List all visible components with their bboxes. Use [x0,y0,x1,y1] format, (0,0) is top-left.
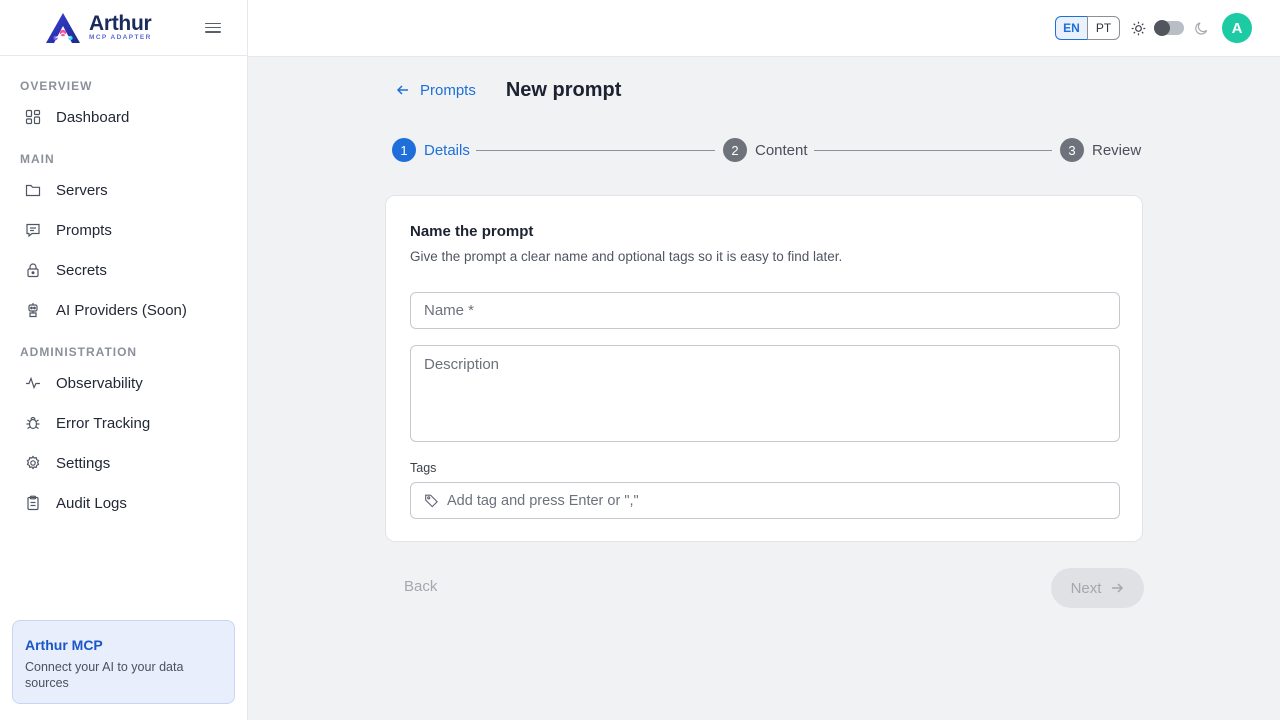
sidebar-item-prompts[interactable]: Prompts [0,210,247,250]
step-connector [814,149,1052,151]
arrow-left-icon [396,85,408,95]
gear-icon [26,455,40,470]
step-number: 2 [723,138,747,162]
step-label: Content [755,141,808,159]
activity-icon [26,376,40,390]
robot-icon [28,303,38,318]
brand-tagline: MCP ADAPTER [89,34,152,42]
sidebar-item-dashboard[interactable]: Dashboard [0,97,247,137]
language-switcher: EN PT [1055,16,1120,40]
step-content: 2 Content [723,138,808,162]
sidebar-item-label: Settings [56,454,111,472]
nav-section-administration: ADMINISTRATION [20,345,138,359]
back-link-label: Prompts [420,81,476,99]
sun-icon [1131,21,1146,36]
arthur-logo-icon [46,12,80,43]
avatar[interactable]: A [1222,13,1252,43]
sidebar: Arthur MCP ADAPTER OVERVIEW Dashboard MA… [0,0,248,720]
sidebar-item-label: Servers [56,181,108,199]
breadcrumb: Prompts New prompt [396,78,621,102]
back-button[interactable]: Back [404,578,437,595]
step-number: 1 [392,138,416,162]
theme-toggle[interactable] [1154,20,1184,36]
nav-section-overview: OVERVIEW [20,79,93,93]
brand: Arthur MCP ADAPTER [0,0,247,56]
card-title: Name the prompt [410,223,534,240]
language-en-button[interactable]: EN [1055,16,1088,40]
clipboard-icon [27,495,39,511]
tags-input[interactable]: Add tag and press Enter or "," [410,482,1120,519]
sidebar-item-servers[interactable]: Servers [0,170,247,210]
card-subtitle: Give the prompt a clear name and optiona… [410,249,843,264]
sidebar-item-audit-logs[interactable]: Audit Logs [0,483,247,523]
moon-icon [1195,22,1208,35]
sidebar-item-label: Dashboard [56,108,130,126]
sidebar-item-observability[interactable]: Observability [0,363,247,403]
sidebar-item-settings[interactable]: Settings [0,443,247,483]
promo-text: Connect your AI to your data sources [25,660,184,690]
step-details: 1 Details [392,138,470,162]
step-label: Details [424,141,470,159]
page-title: New prompt [505,78,622,101]
sidebar-item-label: Secrets [56,261,107,279]
name-input[interactable]: Name * [410,292,1120,329]
language-pt-button[interactable]: PT [1087,16,1120,40]
step-number: 3 [1060,138,1084,162]
tags-label: Tags [410,461,437,475]
promo-card: Arthur MCP Connect your AI to your data … [12,620,235,704]
nav-section-main: MAIN [20,152,55,166]
sidebar-item-error-tracking[interactable]: Error Tracking [0,403,247,443]
step-label: Review [1092,141,1142,159]
tags-placeholder: Add tag and press Enter or "," [447,492,639,509]
details-card: Name the prompt Give the prompt a clear … [385,195,1143,542]
step-connector [476,149,715,151]
menu-toggle-icon[interactable] [205,20,221,36]
folder-icon [25,184,41,197]
tag-icon [425,494,438,508]
sidebar-item-ai-providers[interactable]: AI Providers (Soon) [0,290,247,330]
stepper: 1 Details 2 Content 3 Review [392,138,1141,162]
top-bar: EN PT A [248,0,1280,57]
sidebar-item-label: Observability [56,374,143,392]
sidebar-item-label: Audit Logs [56,494,127,512]
dashboard-icon [25,109,41,125]
description-textarea[interactable]: Description [410,345,1120,442]
message-square-icon [26,223,40,238]
back-to-prompts-link[interactable]: Prompts [396,82,476,99]
arrow-right-icon [1112,583,1124,593]
sidebar-item-label: AI Providers (Soon) [56,301,187,319]
sidebar-item-label: Prompts [56,221,112,239]
promo-title: Arthur MCP [25,637,103,653]
step-review: 3 Review [1060,138,1141,162]
next-button[interactable]: Next [1051,568,1144,608]
lock-icon [27,263,39,278]
sidebar-item-secrets[interactable]: Secrets [0,250,247,290]
next-button-label: Next [1070,579,1102,597]
bug-icon [26,416,40,430]
brand-name: Arthur [89,12,152,36]
theme-toggle-knob [1154,20,1170,36]
sidebar-item-label: Error Tracking [56,414,151,432]
